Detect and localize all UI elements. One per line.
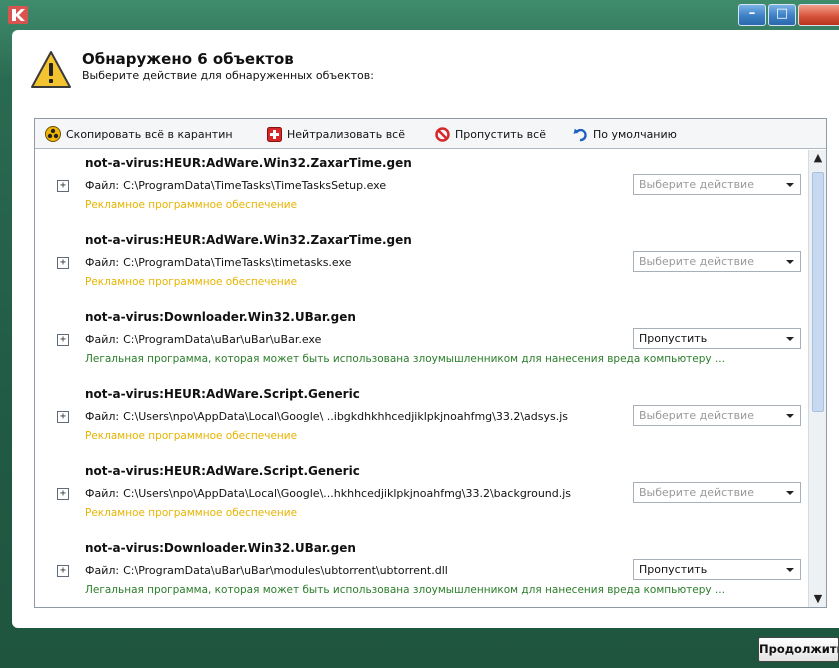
action-select[interactable]: Выберите действие [633,251,801,272]
threat-description: Легальная программа, которая может быть … [85,353,725,365]
threat-row: not-a-virus:HEUR:AdWare.Script.Generic +… [35,381,805,461]
action-select-value: Выберите действие [639,486,754,499]
file-path: C:\ProgramData\uBar\uBar\modules\ubtorre… [123,564,448,577]
expand-plus-icon[interactable]: + [57,488,69,500]
skip-all-label: Пропустить всё [455,127,546,141]
threat-row: not-a-virus:Downloader.Win32.UBar.gen + … [35,304,805,384]
action-select[interactable]: Выберите действие [633,174,801,195]
file-path: C:\ProgramData\TimeTasks\timetasks.exe [123,256,352,269]
expand-plus-icon[interactable]: + [57,334,69,346]
action-select[interactable]: Выберите действие [633,482,801,503]
default-button[interactable]: По умолчанию [573,125,677,143]
quarantine-all-button[interactable]: Скопировать всё в карантин [45,125,233,143]
chevron-down-icon [786,414,794,418]
expand-plus-icon[interactable]: + [57,565,69,577]
threat-row: not-a-virus:HEUR:AdWare.Win32.ZaxarTime.… [35,227,805,307]
threat-name: not-a-virus:HEUR:AdWare.Win32.ZaxarTime.… [85,156,412,170]
undo-arrow-icon [573,128,587,141]
threat-name: not-a-virus:HEUR:AdWare.Win32.ZaxarTime.… [85,233,412,247]
expand-plus-icon[interactable]: + [57,180,69,192]
threat-file-path: Файл: C:\Users\npo\AppData\Local\Google\.… [85,487,633,500]
file-label: Файл: [85,179,120,192]
action-select-value: Выберите действие [639,255,754,268]
action-select-value: Пропустить [639,563,708,576]
kaspersky-logo-icon [8,6,28,24]
threats-panel: Скопировать всё в карантин Нейтрализоват… [34,118,827,608]
threat-row: not-a-virus:HEUR:AdWare.Script.Generic +… [35,458,805,538]
file-label: Файл: [85,256,120,269]
title-bar[interactable]: – □ [0,0,839,30]
warning-icon [31,51,71,88]
chevron-down-icon [786,568,794,572]
expand-plus-icon[interactable]: + [57,257,69,269]
neutralize-all-label: Нейтрализовать всё [287,127,405,141]
close-button[interactable] [798,4,839,26]
actions-toolbar: Скопировать всё в карантин Нейтрализоват… [35,119,826,149]
page-title: Обнаружено 6 объектов [82,50,294,68]
app-window: – □ Обнаружено 6 объектов Выберите дейст… [0,0,839,668]
maximize-button[interactable]: □ [768,4,796,26]
action-select-value: Пропустить [639,332,708,345]
threat-name: not-a-virus:Downloader.Win32.UBar.gen [85,541,356,555]
page-subtitle: Выберите действие для обнаруженных объек… [82,69,374,82]
chevron-down-icon [786,491,794,495]
dialog-content: Обнаружено 6 объектов Выберите действие … [12,30,839,628]
file-label: Файл: [85,487,120,500]
action-select[interactable]: Выберите действие [633,405,801,426]
action-select-value: Выберите действие [639,178,754,191]
threat-description: Рекламное программное обеспечение [85,430,298,442]
threat-description: Легальная программа, которая может быть … [85,584,725,596]
threat-description: Рекламное программное обеспечение [85,507,298,519]
threat-name: not-a-virus:HEUR:AdWare.Script.Generic [85,464,360,478]
chevron-down-icon [786,337,794,341]
action-select-value: Выберите действие [639,409,754,422]
file-path: C:\ProgramData\TimeTasks\TimeTasksSetup.… [123,179,387,192]
scroll-thumb[interactable] [812,172,824,412]
threat-file-path: Файл: C:\ProgramData\TimeTasks\timetasks.… [85,256,633,269]
threat-row: not-a-virus:HEUR:AdWare.Win32.ZaxarTime.… [35,150,805,230]
threat-name: not-a-virus:HEUR:AdWare.Script.Generic [85,387,360,401]
expand-plus-icon[interactable]: + [57,411,69,423]
chevron-down-icon [786,260,794,264]
threat-file-path: Файл: C:\ProgramData\uBar\uBar\uBar.exe [85,333,633,346]
threat-row: not-a-virus:Downloader.Win32.UBar.gen + … [35,535,805,607]
minimize-button[interactable]: – [738,4,766,26]
chevron-down-icon [786,183,794,187]
file-label: Файл: [85,564,120,577]
scroll-up-icon[interactable]: ▲ [809,150,827,166]
threat-file-path: Файл: C:\Users\npo\AppData\Local\Google\ … [85,410,633,423]
action-select[interactable]: Пропустить [633,328,801,349]
threat-file-path: Файл: C:\ProgramData\uBar\uBar\modules\ub… [85,564,633,577]
continue-button[interactable]: Продолжить [758,637,839,662]
action-select[interactable]: Пропустить [633,559,801,580]
file-label: Файл: [85,333,120,346]
skip-all-button[interactable]: Пропустить всё [435,125,546,143]
quarantine-all-label: Скопировать всё в карантин [66,127,233,141]
dialog-header: Обнаружено 6 объектов Выберите действие … [12,30,839,115]
no-entry-icon [435,126,450,142]
file-label: Файл: [85,410,120,423]
medical-cross-icon [267,126,282,142]
scroll-down-icon[interactable]: ▼ [809,591,827,607]
file-path: C:\Users\npo\AppData\Local\Google\ ..ibg… [123,410,569,423]
threat-description: Рекламное программное обеспечение [85,276,298,288]
biohazard-icon [45,126,61,142]
threat-name: not-a-virus:Downloader.Win32.UBar.gen [85,310,356,324]
file-path: C:\ProgramData\uBar\uBar\uBar.exe [123,333,322,346]
threat-list: not-a-virus:HEUR:AdWare.Win32.ZaxarTime.… [35,150,805,607]
neutralize-all-button[interactable]: Нейтрализовать всё [267,125,405,143]
threat-file-path: Файл: C:\ProgramData\TimeTasks\TimeTasksS… [85,179,633,192]
default-label: По умолчанию [593,127,677,141]
file-path: C:\Users\npo\AppData\Local\Google\...hkh… [123,487,572,500]
list-scrollbar[interactable]: ▲ ▼ [808,150,826,607]
threat-description: Рекламное программное обеспечение [85,199,298,211]
